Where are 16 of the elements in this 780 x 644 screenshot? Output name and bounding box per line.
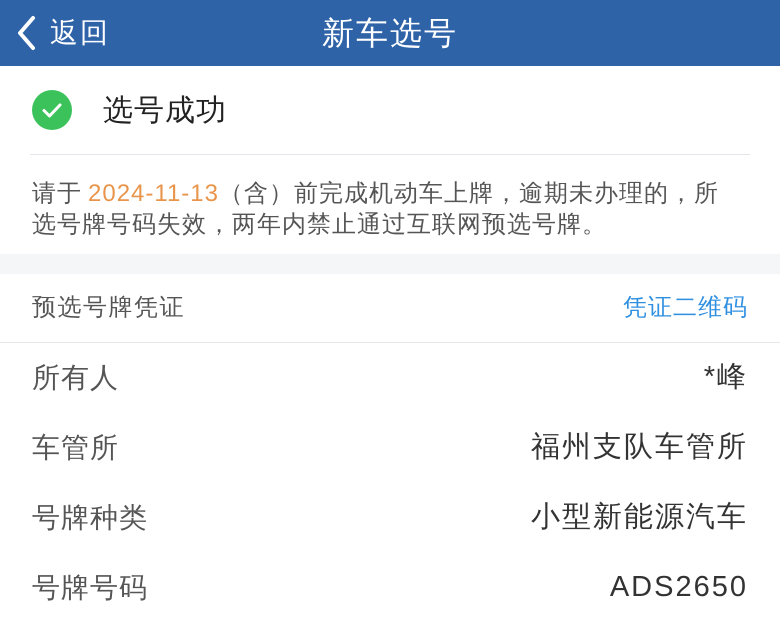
- chevron-left-icon: [16, 15, 36, 51]
- result-title: 选号成功: [103, 92, 227, 128]
- section-title: 预选号牌凭证: [32, 293, 185, 323]
- check-circle-icon: [32, 90, 72, 130]
- field-value: 福州支队车管所: [531, 430, 748, 466]
- field-label: 车管所: [32, 431, 119, 465]
- field-value: ADS2650: [610, 570, 748, 606]
- qr-code-link[interactable]: 凭证二维码: [623, 290, 748, 326]
- page-title: 新车选号: [322, 14, 458, 53]
- field-label: 所有人: [32, 361, 119, 395]
- field-value: 小型新能源汽车: [531, 500, 748, 536]
- field-value: *峰: [704, 360, 748, 396]
- field-label: 号牌号码: [32, 571, 148, 605]
- back-button[interactable]: 返回: [16, 8, 110, 58]
- notice-text: 请于 2024-11-13（含）前完成机动车上牌，逾期未办理的，所选号牌号码失效，两年内禁止通过互联网预选号牌。: [32, 179, 720, 240]
- field-label: 号牌种类: [32, 501, 148, 535]
